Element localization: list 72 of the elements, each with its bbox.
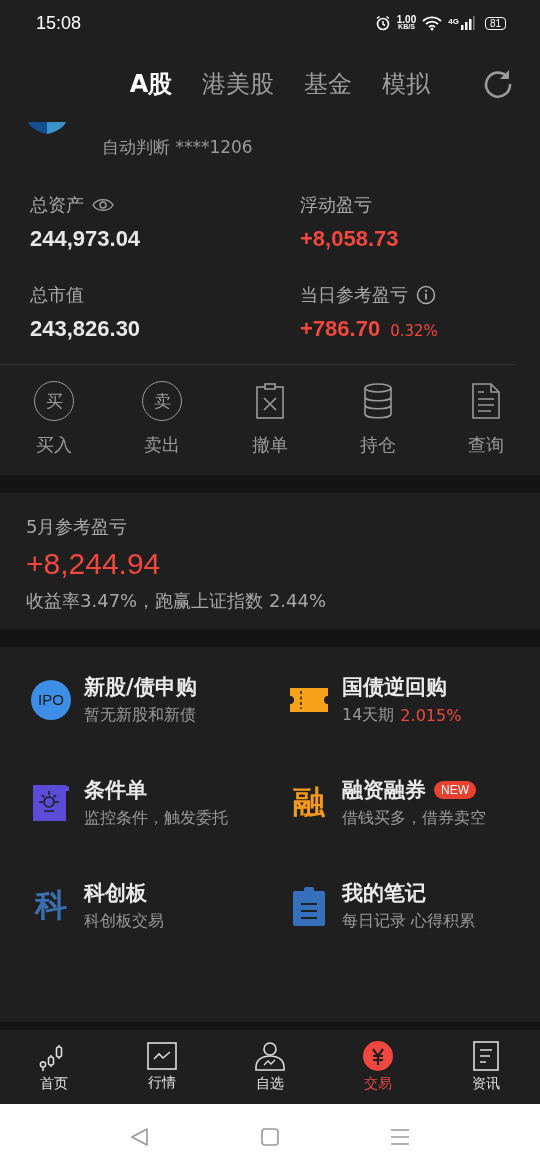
home-icon[interactable] [260, 1127, 280, 1147]
ipo-icon: IPO [31, 679, 71, 720]
info-icon[interactable] [416, 285, 436, 305]
service-subtitle: 借钱买多，借券卖空 [342, 808, 486, 829]
service-title: 新股/债申购 [84, 674, 197, 701]
lightbulb-card-icon [33, 782, 69, 823]
clipboard-icon [293, 885, 325, 926]
asset-value: +786.70 [300, 316, 381, 342]
service-subtitle: 科创板交易 [84, 911, 164, 932]
news-icon [473, 1041, 499, 1071]
ke-char-icon: 科 [35, 883, 67, 928]
service-subtitle: 14天期 [342, 705, 395, 726]
asset-value: +8,058.73 [300, 226, 399, 252]
service-subtitle: 监控条件，触发委托 [84, 808, 228, 829]
network-speed: 1.00 [396, 15, 417, 25]
clock-time: 15:08 [36, 12, 82, 34]
service-item[interactable]: IPO 新股/债申购 暂无新股和新债 [30, 673, 288, 726]
yen-icon [363, 1041, 393, 1071]
service-item[interactable]: 我的笔记 每日记录 心得积累 [288, 879, 540, 932]
monthly-title: 5月参考盈亏 [26, 515, 129, 539]
alarm-icon [374, 15, 391, 31]
new-badge: NEW [434, 781, 476, 799]
user-chart-icon [255, 1041, 285, 1071]
market-tab[interactable]: 基金 [304, 68, 353, 100]
nav-tab[interactable]: 资讯 [451, 1041, 521, 1093]
network-type: 4G [448, 17, 459, 26]
back-icon[interactable] [130, 1127, 150, 1147]
market-tab[interactable]: A股 [129, 68, 173, 100]
rong-char-icon: 融 [293, 780, 325, 825]
account-number: 自动判断 ****1206 [102, 136, 254, 159]
action-button[interactable]: 撤单 [230, 381, 310, 457]
service-subtitle: 暂无新股和新债 [84, 705, 196, 726]
asset-value: 243,826.30 [30, 316, 141, 342]
monthly-summary: 收益率3.47%，跑赢上证指数 2.44% [26, 589, 328, 613]
database-icon [364, 381, 392, 421]
service-title: 我的笔记 [342, 880, 426, 907]
document-icon [472, 381, 500, 421]
ticket-icon [289, 686, 329, 713]
market-tab[interactable]: 模拟 [382, 68, 431, 100]
broker-logo-icon [28, 122, 66, 134]
action-button[interactable]: 买 买入 [14, 381, 94, 457]
rate-value: 2.015% [400, 706, 462, 725]
wifi-icon [422, 15, 443, 31]
asset-label: 总市值 [30, 283, 84, 307]
service-item[interactable]: 融 融资融券 NEW 借钱买多，借券卖空 [288, 776, 540, 829]
service-title: 融资融券 [342, 777, 426, 804]
eye-icon[interactable] [92, 198, 114, 212]
asset-label: 浮动盈亏 [300, 193, 372, 217]
service-item[interactable]: 条件单 监控条件，触发委托 [30, 776, 288, 829]
service-title: 国债逆回购 [342, 674, 447, 701]
nav-tab[interactable]: 自选 [235, 1041, 305, 1093]
asset-label: 总资产 [30, 193, 84, 217]
chart-icon [147, 1042, 177, 1070]
monthly-profit: +8,244.94 [26, 547, 162, 581]
action-button[interactable]: 持仓 [338, 381, 418, 457]
action-button[interactable]: 卖 卖出 [122, 381, 202, 457]
asset-value: 244,973.04 [30, 226, 141, 252]
refresh-icon[interactable] [482, 68, 514, 100]
clipboard-x-icon [256, 381, 284, 421]
service-title: 条件单 [84, 777, 147, 804]
market-tab[interactable]: 港美股 [202, 68, 275, 100]
action-button[interactable]: 查询 [446, 381, 526, 457]
battery-indicator: 81 [484, 16, 506, 30]
nav-tab[interactable]: 首页 [19, 1041, 89, 1093]
asset-label: 当日参考盈亏 [300, 283, 408, 307]
service-title: 科创板 [84, 880, 147, 907]
percent-change: 0.32% [390, 322, 438, 340]
nav-tab[interactable]: 交易 [343, 1041, 413, 1093]
nav-tab[interactable]: 行情 [127, 1042, 197, 1092]
signal-icon [460, 15, 475, 31]
service-item[interactable]: 国债逆回购 14天期 2.015% [288, 673, 540, 726]
service-subtitle: 每日记录 心得积累 [342, 911, 476, 932]
